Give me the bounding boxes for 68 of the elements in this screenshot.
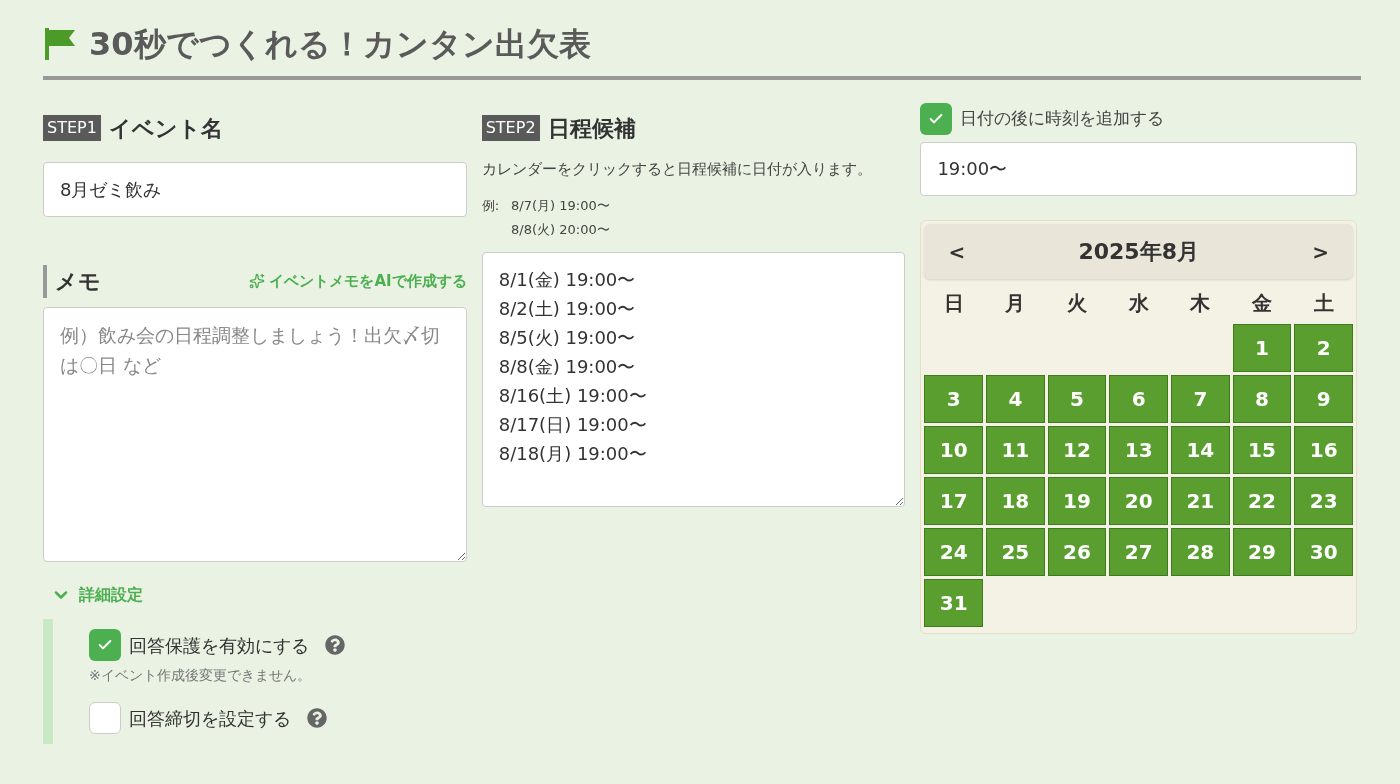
calendar-day[interactable]: 16 bbox=[1294, 426, 1353, 474]
calendar-day[interactable]: 20 bbox=[1109, 477, 1168, 525]
calendar-day[interactable]: 6 bbox=[1109, 375, 1168, 423]
calendar-day[interactable]: 13 bbox=[1109, 426, 1168, 474]
calendar-day[interactable]: 12 bbox=[1047, 426, 1107, 474]
calendar-day[interactable]: 7 bbox=[1171, 375, 1230, 423]
calendar-day[interactable]: 21 bbox=[1171, 477, 1230, 525]
flag-icon bbox=[43, 26, 77, 62]
memo-field[interactable]: 例）飲み会の日程調整しましょう！出欠〆切は〇日 など bbox=[43, 307, 467, 562]
calendar-day[interactable]: 19 bbox=[1047, 477, 1107, 525]
calendar-day[interactable]: 31 bbox=[924, 579, 984, 627]
memo-heading: メモ bbox=[43, 264, 101, 298]
weekday-label: 水 bbox=[1127, 290, 1150, 317]
section-heading: イベント名 bbox=[108, 114, 223, 143]
help-icon[interactable] bbox=[325, 635, 345, 655]
weekday-label: 火 bbox=[1066, 290, 1088, 317]
example-label: 例: bbox=[481, 197, 500, 215]
option-note: ※イベント作成後変更できません。 bbox=[89, 666, 312, 685]
calendar-day[interactable]: 3 bbox=[924, 375, 984, 423]
time-field[interactable]: 19:00〜 bbox=[920, 142, 1357, 196]
calendar-day[interactable]: 28 bbox=[1171, 528, 1230, 576]
page-title: 30秒でつくれる！カンタン出欠表 bbox=[89, 24, 591, 65]
calendar-day[interactable]: 15 bbox=[1232, 426, 1292, 474]
weekday-label: 月 bbox=[1004, 290, 1027, 317]
example-text: 8/8(火) 20:00〜 bbox=[511, 221, 610, 239]
calendar-day[interactable]: 8 bbox=[1232, 375, 1292, 423]
step-badge: STEP2 bbox=[481, 115, 540, 141]
sparkle-icon bbox=[249, 273, 266, 289]
calendar-day[interactable]: 9 bbox=[1294, 375, 1353, 423]
calendar-day[interactable]: 5 bbox=[1047, 375, 1107, 423]
instruction-text: カレンダーをクリックすると日程候補に日付が入ります。 bbox=[481, 159, 873, 180]
weekday-label: 木 bbox=[1189, 290, 1212, 317]
calendar-day[interactable]: 2 bbox=[1294, 324, 1353, 372]
weekday-label: 日 bbox=[942, 290, 965, 317]
ai-memo-link[interactable]: イベントメモをAIで作成する bbox=[249, 269, 467, 293]
calendar-day[interactable]: 22 bbox=[1232, 477, 1292, 525]
calendar-day[interactable]: 14 bbox=[1171, 426, 1230, 474]
prev-month-button[interactable]: < bbox=[948, 236, 966, 267]
checkbox[interactable] bbox=[89, 629, 121, 661]
calendar-day[interactable]: 24 bbox=[924, 528, 984, 576]
calendar-day[interactable]: 25 bbox=[986, 528, 1045, 576]
calendar-day[interactable]: 1 bbox=[1232, 324, 1292, 372]
checkbox[interactable] bbox=[920, 103, 953, 135]
calendar-day[interactable]: 4 bbox=[986, 375, 1045, 423]
section-heading: 日程候補 bbox=[547, 114, 636, 143]
help-icon[interactable] bbox=[307, 708, 327, 728]
option-label: 回答締切を設定する bbox=[129, 706, 291, 731]
calendar-day[interactable]: 23 bbox=[1294, 477, 1353, 525]
weekday-label: 土 bbox=[1312, 290, 1335, 317]
weekday-label: 金 bbox=[1251, 290, 1273, 317]
calendar-day[interactable]: 11 bbox=[986, 426, 1045, 474]
advanced-settings-toggle[interactable]: 詳細設定 bbox=[51, 583, 143, 607]
step-badge: STEP1 bbox=[43, 115, 101, 141]
calendar-day[interactable]: 27 bbox=[1109, 528, 1168, 576]
time-option-label: 日付の後に時刻を追加する bbox=[960, 107, 1165, 131]
calendar-day[interactable]: 26 bbox=[1047, 528, 1107, 576]
calendar-day[interactable]: 17 bbox=[924, 477, 984, 525]
month-title: 2025年8月 bbox=[1078, 238, 1199, 266]
option-label: 回答保護を有効にする bbox=[129, 633, 309, 658]
dates-field[interactable]: 8/1(金) 19:00〜 8/2(土) 19:00〜 8/5(火) 19:00〜 8/8(金) 19:00〜 8/16(土) 19:00〜 8/17(日) 19:00〜 8/18(月) 19:00〜 bbox=[481, 252, 906, 507]
calendar-day[interactable]: 18 bbox=[986, 477, 1045, 525]
checkbox[interactable] bbox=[89, 702, 121, 734]
example-text: 8/7(月) 19:00〜 bbox=[511, 197, 610, 215]
calendar-day[interactable]: 30 bbox=[1294, 528, 1353, 576]
calendar-day[interactable]: 10 bbox=[924, 426, 984, 474]
calendar-day[interactable]: 29 bbox=[1232, 528, 1292, 576]
next-month-button[interactable]: > bbox=[1312, 236, 1329, 267]
event-name-field[interactable]: 8月ゼミ飲み bbox=[43, 162, 467, 217]
